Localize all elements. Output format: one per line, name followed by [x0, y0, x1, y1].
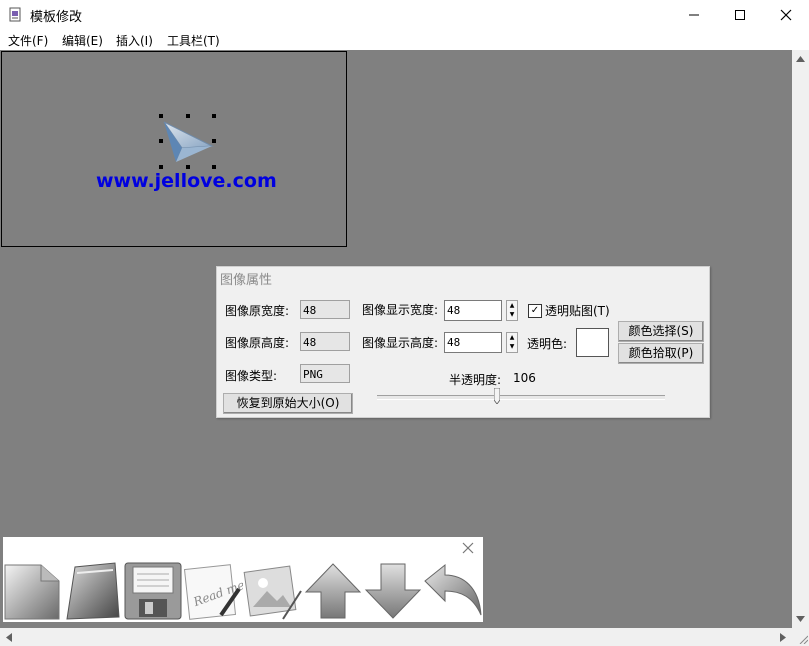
- close-icon[interactable]: [461, 541, 475, 555]
- readme-edit-icon[interactable]: Read me: [183, 561, 243, 621]
- transparent-checkbox-label[interactable]: 透明贴图(T): [545, 302, 610, 319]
- paper-plane-image[interactable]: [162, 118, 214, 164]
- minimize-button[interactable]: [671, 0, 717, 30]
- panel-title: 图像属性: [220, 273, 273, 288]
- menu-insert[interactable]: 插入(I): [116, 32, 153, 49]
- orig-height-label: 图像原高度:: [225, 336, 290, 350]
- title-bar: 模板修改: [0, 0, 809, 30]
- display-height-input[interactable]: 48: [444, 332, 502, 353]
- floating-toolbar: Read me: [3, 537, 483, 622]
- image-type-label: 图像类型:: [225, 369, 278, 383]
- opacity-slider[interactable]: [377, 395, 665, 400]
- save-floppy-icon[interactable]: [123, 561, 183, 621]
- color-select-button[interactable]: 颜色选择(S): [618, 321, 704, 342]
- spin-down-icon[interactable]: ▼: [507, 342, 517, 351]
- transparent-color-swatch[interactable]: [576, 328, 609, 357]
- selection-handle[interactable]: [212, 165, 216, 169]
- open-folder-icon[interactable]: [63, 561, 123, 621]
- scroll-up-icon[interactable]: [796, 56, 805, 62]
- horizontal-scrollbar[interactable]: [0, 628, 792, 646]
- url-text[interactable]: www.jellove.com: [96, 170, 277, 192]
- selection-handle[interactable]: [212, 139, 216, 143]
- scroll-right-icon[interactable]: [780, 633, 786, 642]
- arrow-down-icon[interactable]: [363, 561, 423, 621]
- spin-down-icon[interactable]: ▼: [507, 310, 517, 319]
- display-height-spinner[interactable]: ▲ ▼: [506, 332, 518, 353]
- minimize-icon: [689, 14, 699, 16]
- display-height-label: 图像显示高度:: [362, 336, 439, 350]
- undo-curved-icon[interactable]: [423, 561, 483, 621]
- display-width-spinner[interactable]: ▲ ▼: [506, 300, 518, 321]
- new-document-icon[interactable]: [3, 561, 63, 621]
- opacity-value: 106: [513, 371, 536, 385]
- spin-up-icon[interactable]: ▲: [507, 333, 517, 342]
- image-properties-panel: 图像属性 图像原宽度: 48 图像原高度: 48 图像类型: PNG 恢复到原始…: [216, 266, 710, 418]
- selection-handle[interactable]: [186, 114, 190, 118]
- scrollbar-corner: [792, 628, 809, 646]
- selection-handle[interactable]: [159, 165, 163, 169]
- spin-up-icon[interactable]: ▲: [507, 301, 517, 310]
- menu-bar: 文件(F) 编辑(E) 插入(I) 工具栏(T): [0, 30, 809, 50]
- restore-size-button[interactable]: 恢复到原始大小(O): [223, 393, 353, 414]
- transparent-checkbox[interactable]: ✓: [528, 304, 542, 318]
- image-type-field: PNG: [300, 364, 350, 383]
- maximize-icon: [735, 10, 745, 20]
- orig-width-label: 图像原宽度:: [225, 304, 290, 318]
- close-button[interactable]: [763, 0, 809, 30]
- scroll-down-icon[interactable]: [796, 616, 805, 622]
- display-width-input[interactable]: 48: [444, 300, 502, 321]
- color-pick-button[interactable]: 颜色拾取(P): [618, 343, 704, 364]
- close-icon: [780, 9, 792, 21]
- menu-edit[interactable]: 编辑(E): [62, 32, 103, 49]
- app-icon: [9, 7, 21, 22]
- selection-handle[interactable]: [159, 139, 163, 143]
- menu-toolbar[interactable]: 工具栏(T): [167, 32, 220, 49]
- maximize-button[interactable]: [717, 0, 763, 30]
- selection-handle[interactable]: [212, 114, 216, 118]
- resize-grip-icon[interactable]: [798, 634, 808, 644]
- orig-width-field: 48: [300, 300, 350, 319]
- display-width-label: 图像显示宽度:: [362, 303, 439, 317]
- vertical-scrollbar[interactable]: [792, 50, 809, 628]
- selection-handle[interactable]: [159, 114, 163, 118]
- image-edit-icon[interactable]: [243, 561, 303, 621]
- arrow-up-icon[interactable]: [303, 561, 363, 621]
- transparent-color-label: 透明色:: [527, 337, 568, 351]
- template-preview[interactable]: www.jellove.com: [1, 51, 347, 247]
- menu-file[interactable]: 文件(F): [8, 32, 48, 49]
- scroll-left-icon[interactable]: [6, 633, 12, 642]
- slider-thumb[interactable]: [493, 388, 500, 404]
- opacity-label: 半透明度:: [449, 373, 502, 387]
- selection-handle[interactable]: [186, 165, 190, 169]
- orig-height-field: 48: [300, 332, 350, 351]
- window-title: 模板修改: [30, 10, 83, 25]
